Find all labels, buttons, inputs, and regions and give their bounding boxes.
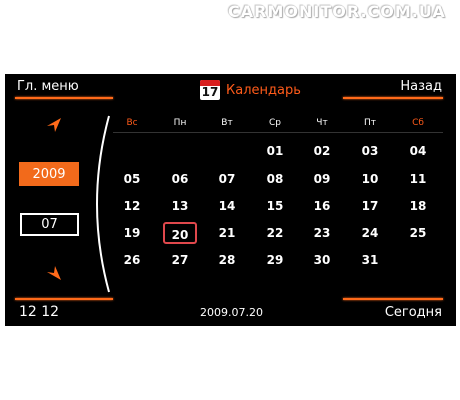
day-cell[interactable]: 11 xyxy=(401,168,435,190)
top-right-divider xyxy=(343,97,443,99)
month-selector[interactable]: 07 xyxy=(20,213,79,236)
clock: 12 12 xyxy=(19,304,60,320)
day-cell[interactable]: 14 xyxy=(210,195,244,217)
day-cell[interactable]: 12 xyxy=(115,195,149,217)
weekday-label: Ср xyxy=(269,118,281,128)
back-button[interactable]: Назад xyxy=(400,79,442,94)
day-cell[interactable]: 23 xyxy=(305,222,339,244)
day-cell[interactable]: 21 xyxy=(210,222,244,244)
day-cell[interactable]: 06 xyxy=(163,168,197,190)
calendar-icon-day: 17 xyxy=(201,85,219,99)
day-cell[interactable]: 01 xyxy=(258,140,292,162)
day-cell[interactable]: 27 xyxy=(163,249,197,271)
day-cell-selected[interactable]: 20 xyxy=(163,222,197,244)
day-cell[interactable]: 22 xyxy=(258,222,292,244)
day-cell[interactable]: 09 xyxy=(305,168,339,190)
today-button[interactable]: Сегодня xyxy=(385,305,442,320)
day-cell[interactable]: 19 xyxy=(115,222,149,244)
day-cell[interactable]: 17 xyxy=(353,195,387,217)
day-cell[interactable]: 07 xyxy=(210,168,244,190)
main-menu-button[interactable]: Гл. меню xyxy=(17,79,79,94)
watermark: CARMONITOR.COM.UA xyxy=(228,2,446,21)
current-date: 2009.07.20 xyxy=(200,306,263,319)
day-cell[interactable]: 30 xyxy=(305,249,339,271)
calendar-title: 17 Календарь xyxy=(200,80,301,100)
day-cell[interactable]: 02 xyxy=(305,140,339,162)
weekday-label: Чт xyxy=(316,118,328,128)
bottom-left-divider xyxy=(15,298,113,300)
weekday-label: Пт xyxy=(363,118,376,128)
day-cell[interactable]: 10 xyxy=(353,168,387,190)
calendar-screen: Гл. меню 17 Календарь Назад 2009 07 Вс Пн… xyxy=(5,74,456,326)
weekday-label: Вт xyxy=(221,118,233,128)
weekday-label: Вс xyxy=(126,118,138,128)
weekday-divider xyxy=(113,132,443,133)
day-cell[interactable]: 28 xyxy=(210,249,244,271)
arrow-up-icon[interactable] xyxy=(43,114,65,136)
day-cell[interactable]: 31 xyxy=(353,249,387,271)
year-selector[interactable]: 2009 xyxy=(19,162,79,186)
day-cell[interactable]: 04 xyxy=(401,140,435,162)
page-title: Календарь xyxy=(226,82,301,98)
day-cell[interactable]: 15 xyxy=(258,195,292,217)
day-cell[interactable]: 26 xyxy=(115,249,149,271)
day-cell[interactable]: 18 xyxy=(401,195,435,217)
day-cell[interactable]: 25 xyxy=(401,222,435,244)
top-left-divider xyxy=(15,97,113,99)
bottom-right-divider xyxy=(343,298,443,300)
weekday-label: Сб xyxy=(412,118,424,128)
arrow-down-icon[interactable] xyxy=(43,262,65,284)
day-cell[interactable]: 29 xyxy=(258,249,292,271)
day-cell[interactable]: 13 xyxy=(163,195,197,217)
sidebar-curve xyxy=(96,115,110,293)
weekday-label: Пн xyxy=(173,118,187,128)
day-cell[interactable]: 03 xyxy=(353,140,387,162)
day-cell[interactable]: 24 xyxy=(353,222,387,244)
day-cell[interactable]: 05 xyxy=(115,168,149,190)
calendar-icon: 17 xyxy=(200,80,220,100)
day-cell[interactable]: 16 xyxy=(305,195,339,217)
day-cell[interactable]: 08 xyxy=(258,168,292,190)
